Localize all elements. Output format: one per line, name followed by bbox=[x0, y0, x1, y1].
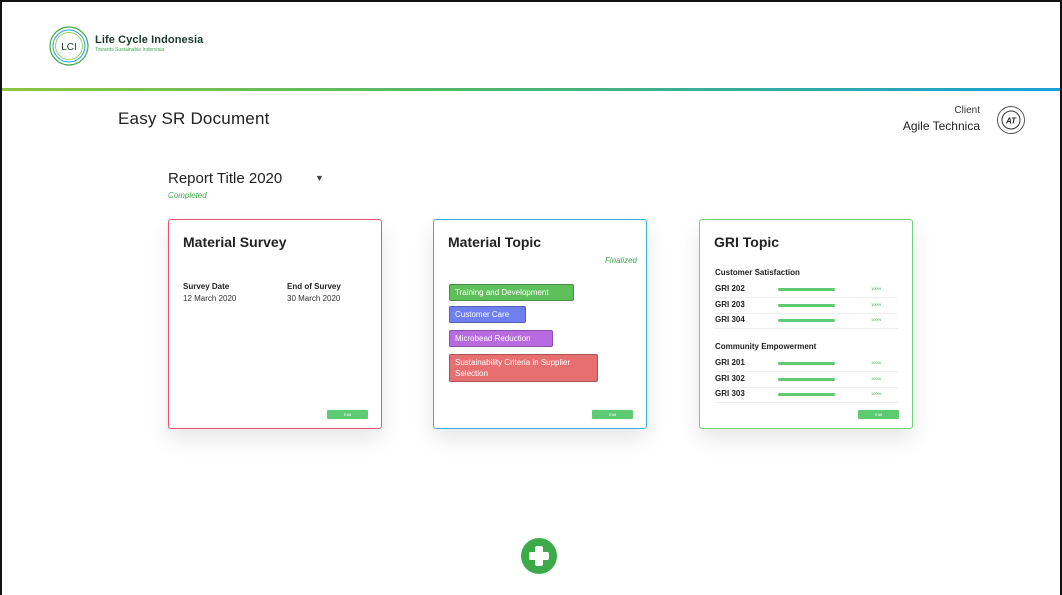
gri-group-title: Customer Satisfaction bbox=[715, 268, 800, 277]
survey-end-value: 30 March 2020 bbox=[287, 294, 341, 303]
gri-progress-bar bbox=[778, 288, 835, 291]
card-title: Material Topic bbox=[448, 234, 542, 250]
client-logo: AT bbox=[997, 106, 1025, 134]
gri-percent: 100% bbox=[871, 391, 882, 396]
report-title: Report Title 2020 bbox=[168, 170, 283, 187]
topic-tag[interactable]: Training and Development bbox=[449, 284, 574, 301]
report-selector[interactable]: Report Title 2020 ▼ bbox=[168, 170, 324, 188]
dropdown-caret-icon[interactable]: ▼ bbox=[315, 173, 324, 183]
edit-button[interactable]: Edit bbox=[592, 410, 633, 419]
survey-end-label: End of Survey bbox=[287, 282, 341, 291]
survey-date-label: Survey Date bbox=[183, 282, 230, 291]
app-window: LCI Life Cycle Indonesia Towards Sustain… bbox=[0, 0, 1062, 595]
top-bar: LCI Life Cycle Indonesia Towards Sustain… bbox=[2, 2, 1060, 88]
survey-date: Survey Date 12 March 2020 bbox=[183, 282, 236, 303]
gri-percent: 100% bbox=[871, 375, 882, 381]
card-title: GRI Topic bbox=[714, 234, 780, 250]
gri-row[interactable]: GRI 202 100% bbox=[715, 282, 898, 298]
gri-progress-bar bbox=[778, 319, 835, 322]
client-info: Client Agile Technica bbox=[903, 105, 980, 133]
survey-date-value: 12 March 2020 bbox=[183, 294, 237, 303]
gri-code: GRI 203 bbox=[715, 299, 745, 309]
gri-progress-fill bbox=[778, 393, 835, 396]
gri-percent: 100% bbox=[871, 286, 882, 291]
brand-tagline: Towards Sustainable Indonesia bbox=[95, 47, 165, 53]
gri-code: GRI 202 bbox=[715, 284, 745, 293]
gri-row[interactable]: GRI 201 100% bbox=[715, 356, 898, 372]
edit-button[interactable]: Edit bbox=[858, 410, 899, 419]
topic-tag[interactable]: Sustainability Criteria in Supplier Sele… bbox=[449, 354, 598, 382]
gri-progress-fill bbox=[778, 362, 835, 365]
gri-code: GRI 302 bbox=[715, 373, 745, 383]
gri-progress-fill bbox=[778, 319, 835, 322]
gri-percent: 100% bbox=[871, 360, 882, 365]
gri-row[interactable]: GRI 203 100% bbox=[715, 298, 898, 314]
topic-tag[interactable]: Customer Care bbox=[449, 306, 526, 323]
gri-row[interactable]: GRI 302 100% bbox=[715, 372, 898, 388]
gri-row[interactable]: GRI 304 100% bbox=[715, 313, 898, 329]
lci-logo[interactable]: LCI bbox=[48, 25, 90, 67]
client-name: Agile Technica bbox=[902, 119, 980, 133]
header-divider bbox=[2, 88, 1060, 91]
gri-progress-bar bbox=[778, 377, 835, 381]
edit-button[interactable]: Edit bbox=[327, 410, 368, 419]
gri-code: GRI 303 bbox=[715, 389, 745, 398]
gri-percent: 100% bbox=[871, 301, 882, 307]
gri-topic-card: GRI Topic Customer Satisfaction GRI 202 10… bbox=[699, 219, 913, 429]
survey-end: End of Survey 30 March 2020 bbox=[287, 282, 341, 303]
material-survey-card: Material Survey Survey Date 12 March 202… bbox=[168, 219, 382, 429]
add-report-button[interactable] bbox=[521, 538, 557, 574]
gri-row[interactable]: GRI 303 100% bbox=[715, 387, 898, 403]
topic-tag[interactable]: Microbead Reduction bbox=[449, 330, 553, 347]
client-label: Client bbox=[954, 105, 980, 116]
gri-progress-bar bbox=[778, 362, 835, 365]
gri-progress-fill bbox=[778, 288, 835, 291]
gri-code: GRI 201 bbox=[715, 358, 745, 367]
material-topic-card: Material Topic Finalized Training and De… bbox=[433, 219, 647, 429]
brand: Life Cycle Indonesia Towards Sustainable… bbox=[95, 34, 203, 53]
gri-group-title: Community Empowerment bbox=[715, 342, 817, 351]
gri-code: GRI 304 bbox=[715, 315, 745, 324]
card-title: Material Survey bbox=[183, 234, 287, 250]
gri-percent: 100% bbox=[871, 317, 882, 322]
svg-text:LCI: LCI bbox=[61, 42, 77, 53]
page-title: Easy SR Document bbox=[118, 109, 270, 128]
report-status: Completed bbox=[168, 191, 207, 200]
gri-progress-fill bbox=[778, 377, 835, 381]
svg-text:AT: AT bbox=[1005, 117, 1017, 126]
brand-name: Life Cycle Indonesia bbox=[95, 34, 204, 46]
gri-progress-bar bbox=[778, 303, 835, 307]
topic-status: Finalized bbox=[604, 256, 637, 265]
gri-progress-bar bbox=[778, 393, 835, 396]
gri-progress-fill bbox=[778, 303, 835, 307]
plus-icon-vertical bbox=[535, 546, 543, 566]
